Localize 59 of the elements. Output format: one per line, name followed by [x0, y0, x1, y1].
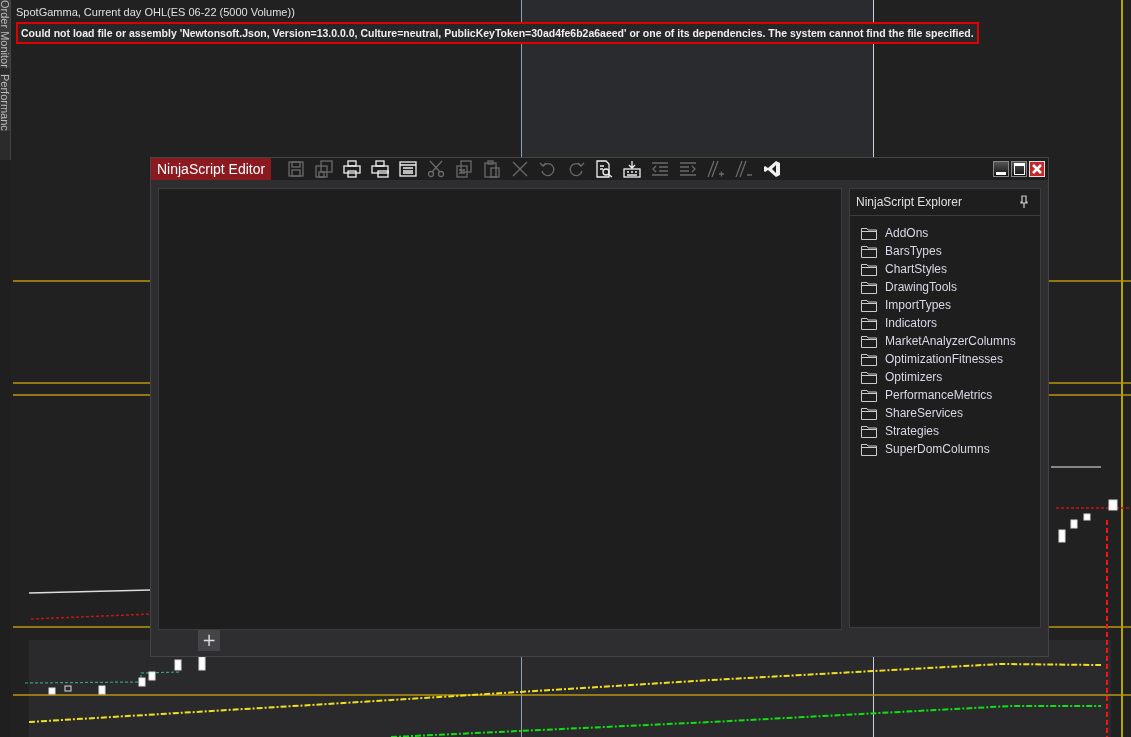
visual-studio-button[interactable]	[763, 160, 782, 178]
folder-icon	[861, 280, 877, 294]
window-title: NinjaScript Editor	[151, 158, 272, 180]
print-preview-icon	[371, 160, 390, 178]
save-all-icon	[315, 160, 334, 178]
folder-icon	[861, 352, 877, 366]
download-icon	[623, 160, 642, 178]
outdent-icon	[651, 160, 670, 178]
download-button[interactable]	[623, 160, 642, 178]
panel-title: NinjaScript Explorer	[856, 195, 963, 209]
explorer-folder-item[interactable]: DrawingTools	[861, 278, 958, 296]
folder-icon	[861, 316, 877, 330]
explorer-folder-item[interactable]: SuperDomColumns	[861, 440, 990, 458]
folder-icon	[861, 388, 877, 402]
window-button[interactable]	[399, 160, 418, 178]
explorer-folder-item[interactable]: ChartStyles	[861, 260, 948, 278]
paste-icon	[483, 160, 502, 178]
find-document-icon	[595, 160, 614, 178]
folder-icon	[861, 442, 877, 456]
comment-icon	[707, 160, 726, 178]
folder-icon	[861, 370, 877, 384]
explorer-folder-item[interactable]: Optimizers	[861, 368, 943, 386]
save-icon	[287, 160, 306, 178]
printer-button[interactable]	[343, 160, 362, 178]
indicator-line	[1050, 466, 1102, 468]
folder-icon	[861, 334, 877, 348]
print-preview-button[interactable]	[371, 160, 390, 178]
maximize-button[interactable]	[1011, 161, 1027, 177]
folder-icon	[861, 226, 877, 240]
folder-icon	[861, 244, 877, 258]
explorer-folder-item[interactable]: OptimizationFitnesses	[861, 350, 1004, 368]
folder-icon	[861, 262, 877, 276]
explorer-folder-item[interactable]: MarketAnalyzerColumns	[861, 332, 1016, 350]
indent-icon	[679, 160, 698, 178]
explorer-folder-item[interactable]: ImportTypes	[861, 296, 952, 314]
chart-title: SpotGamma, Current day OHL(ES 06-22 (5000 Volume))	[16, 6, 295, 19]
folder-icon	[861, 298, 877, 312]
redo-icon	[567, 160, 586, 178]
window-icon	[399, 160, 418, 178]
error-message: Could not load file or assembly 'Newtonsoft.Json, Version=13.0.0.0, Culture=neutral, PublicKeyToken=30ad4fe6b2a6aeed' or one of its dependencies. The system cannot find the file specified.	[16, 22, 979, 44]
delete-icon	[511, 160, 530, 178]
find-document-button[interactable]	[595, 160, 614, 178]
printer-icon	[343, 160, 362, 178]
explorer-folder-item[interactable]: AddOns	[861, 224, 929, 242]
explorer-folder-item[interactable]: ShareServices	[861, 404, 964, 422]
add-tab-button[interactable]: +	[198, 630, 220, 651]
explorer-folder-item[interactable]: Strategies	[861, 422, 940, 440]
folder-icon	[861, 424, 877, 438]
visual-studio-icon	[763, 160, 782, 178]
explorer-folder-item[interactable]: Indicators	[861, 314, 938, 332]
explorer-folder-item[interactable]: PerformanceMetrics	[861, 386, 993, 404]
explorer-folder-item[interactable]: BarsTypes	[861, 242, 942, 260]
copy-icon	[455, 160, 474, 178]
pin-icon[interactable]	[1020, 195, 1028, 209]
scissors-icon	[427, 160, 446, 178]
uncomment-icon	[735, 160, 754, 178]
folder-icon	[861, 406, 877, 420]
close-button[interactable]	[1029, 161, 1045, 177]
minimize-button[interactable]	[993, 161, 1009, 177]
